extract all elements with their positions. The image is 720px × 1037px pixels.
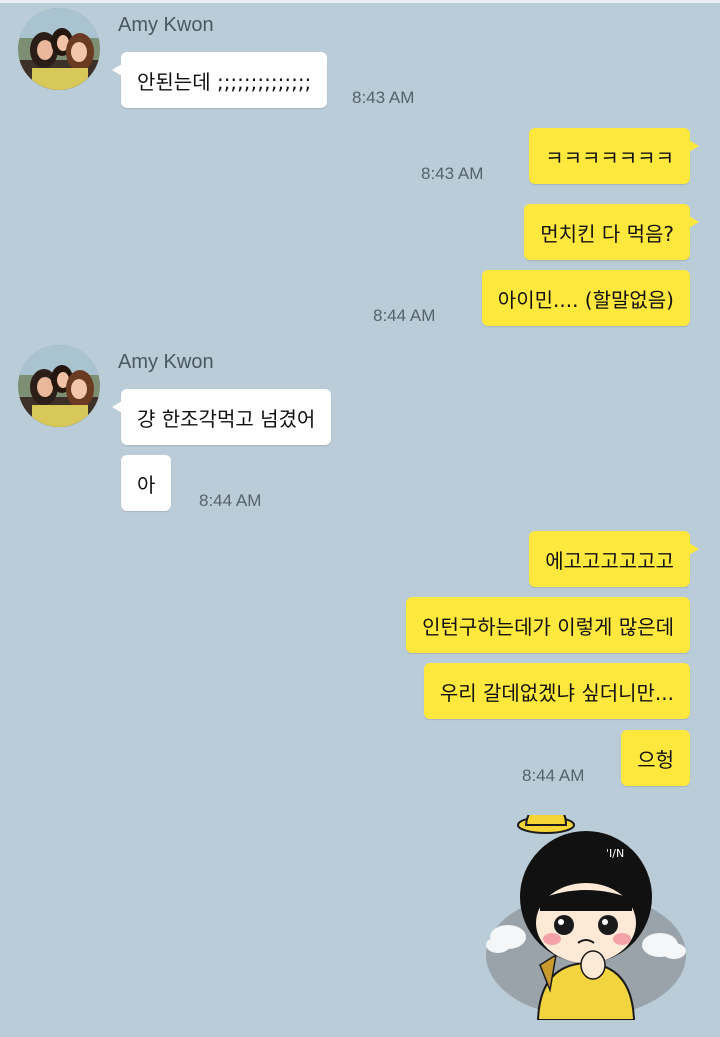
message-text: 먼치킨 다 먹음? xyxy=(540,221,674,246)
message-text: 인턴구하는데가 이렇게 많은데 xyxy=(422,614,674,639)
message-text: 아 xyxy=(137,472,156,497)
message-text: 우리 갈데없겠냐 싶더니만... xyxy=(439,680,674,705)
message-text: 아이민.... (할말없음) xyxy=(497,287,674,312)
message-bubble-incoming[interactable]: 걍 한조각먹고 넘겼어 xyxy=(111,389,332,445)
message-text: 으헝 xyxy=(637,747,674,772)
window-top-edge xyxy=(0,0,720,3)
message-bubble-outgoing[interactable]: ㅋㅋㅋㅋㅋㅋㅋ xyxy=(529,128,699,184)
crying-girl-sticker[interactable]: 'I/N xyxy=(478,803,698,1021)
message-timestamp: 8:43 AM xyxy=(352,88,415,107)
sticker-text: 'I/N xyxy=(606,847,624,860)
message-timestamp: 8:44 AM xyxy=(522,766,585,785)
message-bubble-incoming[interactable]: 안된는데 ;;;;;;;;;;;;;; xyxy=(111,52,328,108)
message-text: 걍 한조각먹고 넘겼어 xyxy=(137,406,316,431)
message-bubble-outgoing[interactable]: 인턴구하는데가 이렇게 많은데 xyxy=(406,597,690,653)
message-bubble-outgoing[interactable]: 에고고고고고고 xyxy=(529,531,699,587)
sender-name: Amy Kwon xyxy=(118,14,214,36)
message-bubble-outgoing[interactable]: 아이민.... (할말없음) xyxy=(481,270,690,326)
avatar[interactable] xyxy=(18,345,100,427)
message-timestamp: 8:44 AM xyxy=(199,491,262,510)
message-text: 에고고고고고고 xyxy=(545,548,674,573)
message-timestamp: 8:44 AM xyxy=(373,306,436,325)
message-text: ㅋㅋㅋㅋㅋㅋㅋ xyxy=(545,145,674,170)
message-bubble-outgoing[interactable]: 먼치킨 다 먹음? xyxy=(524,204,699,260)
message-timestamp: 8:43 AM xyxy=(421,164,484,183)
sender-name: Amy Kwon xyxy=(118,351,214,373)
message-bubble-outgoing[interactable]: 으헝 xyxy=(621,730,690,786)
avatar[interactable] xyxy=(18,8,100,90)
message-text: 안된는데 ;;;;;;;;;;;;;; xyxy=(137,69,312,94)
message-bubble-outgoing[interactable]: 우리 갈데없겠냐 싶더니만... xyxy=(423,663,690,719)
message-bubble-incoming[interactable]: 아 xyxy=(121,455,172,511)
